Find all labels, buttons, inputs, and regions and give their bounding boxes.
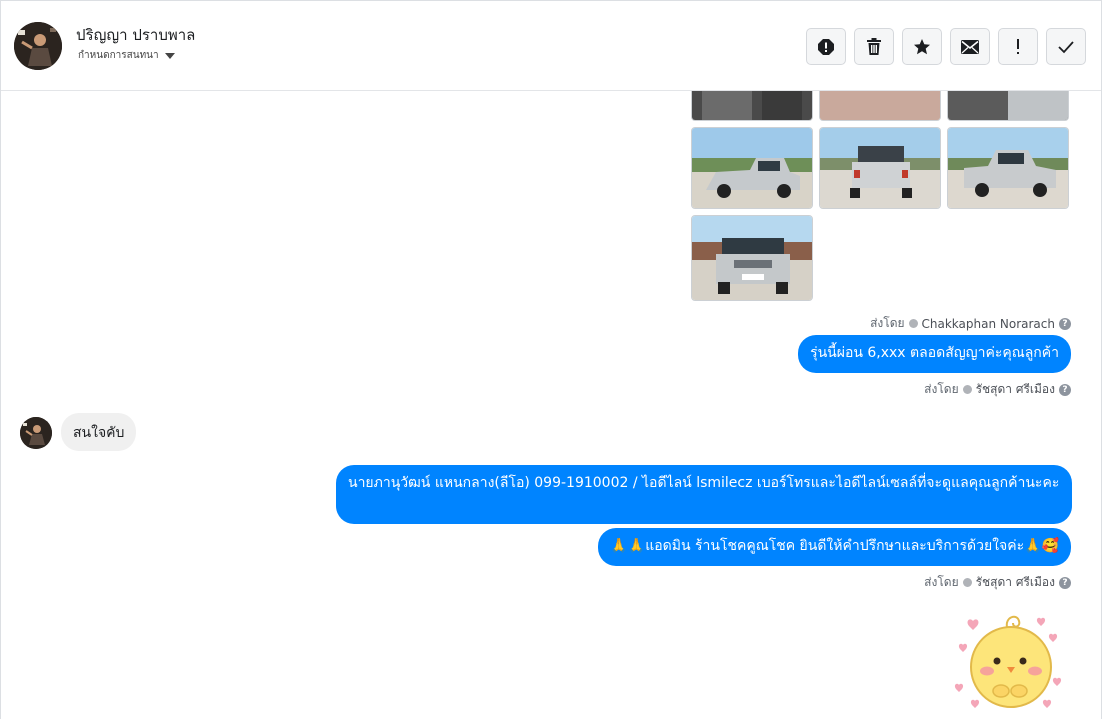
message-text: 🙏🙏แอดมิน ร้านโชคคูณโชค ยินดีให้คำปรึกษาแ… [610,538,1059,554]
message-text: สนใจคับ [73,425,125,441]
star-icon [914,38,930,54]
mark-unread-button[interactable] [950,28,990,65]
sent-by-meta: ส่งโดย รัชสุดา ศรีเมือง ? [924,573,1071,592]
sent-by-label: ส่งโดย [870,316,905,330]
spam-icon [818,38,834,55]
caret-down-icon [164,52,175,59]
help-icon[interactable]: ? [1059,576,1071,589]
sender-name[interactable]: รัชสุดา ศรีเมือง [976,380,1055,399]
message-text: นายภานุวัฒน์ แหนกลาง(ลีโอ) 099-1910002 /… [348,475,1060,491]
delete-button[interactable] [854,28,894,65]
assign-label: กำหนดการสนทนา [78,50,159,61]
outgoing-message[interactable]: นายภานุวัฒน์ แหนกลาง(ลีโอ) 099-1910002 /… [336,465,1072,524]
car-photo[interactable] [691,215,813,301]
agent-dot-icon [908,319,918,328]
agent-dot-icon [962,385,972,394]
car-photo[interactable] [691,127,813,209]
mark-spam-button[interactable] [806,28,846,65]
outgoing-message[interactable]: 🙏🙏แอดมิน ร้านโชคคูณโชค ยินดีให้คำปรึกษาแ… [598,528,1071,566]
outgoing-message[interactable]: รุ่นนี้ผ่อน 6,xxx ตลอดสัญญาค่ะคุณลูกค้า [798,335,1071,373]
conversation-panel: ส่งโดย Chakkaphan Norarach ? รุ่นนี้ผ่อน… [0,0,1102,719]
help-icon[interactable]: ? [1059,383,1071,396]
help-icon[interactable]: ? [1059,317,1071,330]
contact-avatar[interactable] [14,22,62,70]
assign-conversation-dropdown[interactable]: กำหนดการสนทนา [78,48,175,63]
conversation-header: ปริญญา ปราบพาล กำหนดการสนทนา [1,1,1101,91]
sent-by-label: ส่งโดย [924,382,959,396]
mail-icon [961,39,979,54]
message-text: รุ่นนี้ผ่อน 6,xxx ตลอดสัญญาค่ะคุณลูกค้า [810,345,1059,361]
sender-name[interactable]: Chakkaphan Norarach [922,317,1055,331]
car-photo[interactable] [947,127,1069,209]
sender-avatar[interactable] [20,417,52,449]
mark-done-button[interactable] [1046,28,1086,65]
contact-name[interactable]: ปริญญา ปราบพาล [76,23,195,47]
star-button[interactable] [902,28,942,65]
car-photo[interactable] [819,127,941,209]
check-icon [1058,40,1074,53]
sent-by-meta: ส่งโดย Chakkaphan Norarach ? [870,314,1071,333]
incoming-message[interactable]: สนใจคับ [61,413,137,451]
agent-dot-icon [962,578,972,587]
sender-name[interactable]: รัชสุดา ศรีเมือง [976,573,1055,592]
trash-icon [867,37,881,55]
chick-sticker[interactable] [951,605,1073,719]
sent-by-meta: ส่งโดย รัชสุดา ศรีเมือง ? [924,380,1071,399]
important-icon [1017,38,1019,54]
sent-by-label: ส่งโดย [924,575,959,589]
mark-important-button[interactable] [998,28,1038,65]
